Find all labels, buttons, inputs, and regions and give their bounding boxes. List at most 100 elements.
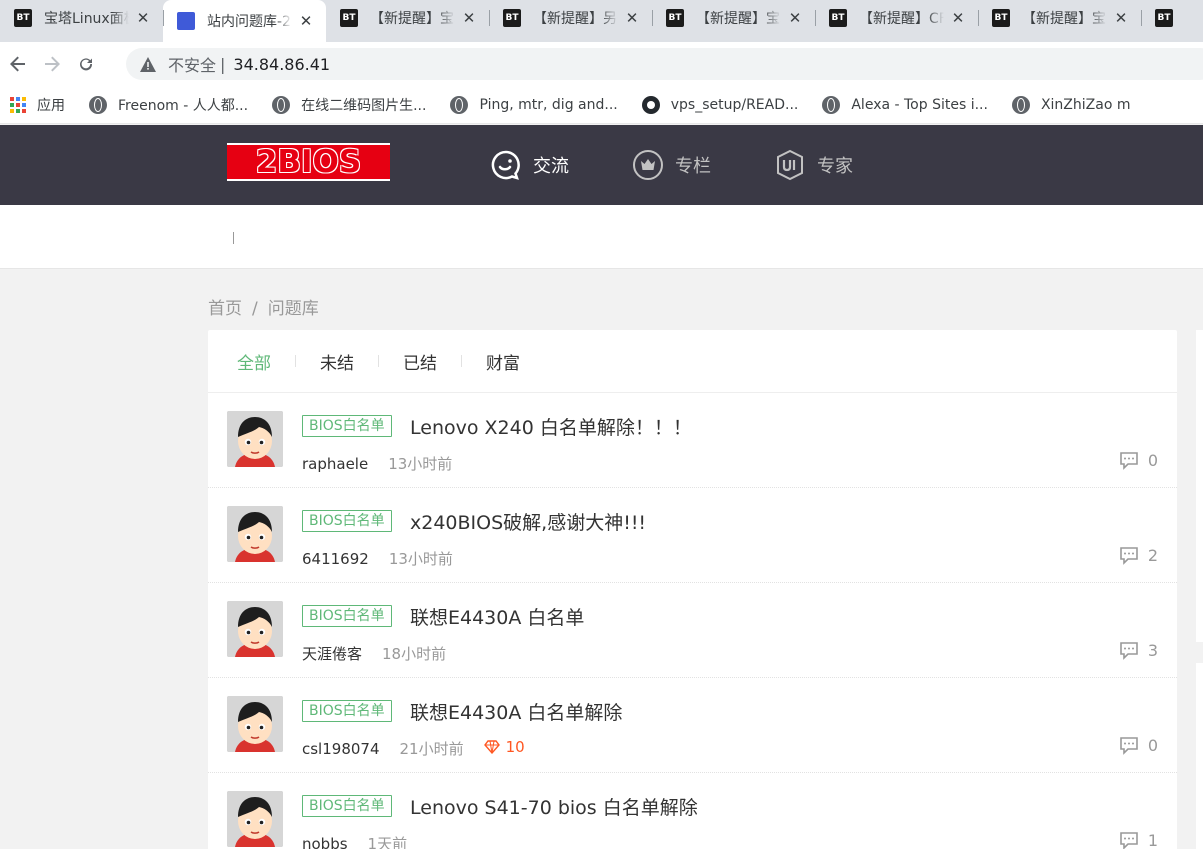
question-meta: raphaele 13小时前	[302, 453, 452, 474]
timestamp: 13小时前	[388, 550, 453, 568]
site-logo[interactable]: 2BIOS	[227, 143, 390, 181]
username[interactable]: csl198074	[302, 740, 380, 758]
apps-grid-icon	[10, 96, 26, 113]
username[interactable]: 6411692	[302, 550, 369, 568]
bookmark-freenom[interactable]: Freenom - 人人都...	[89, 95, 248, 115]
bookmark-xinzhizao[interactable]: XinZhiZao m	[1011, 95, 1130, 114]
list-item: BIOS白名单 Lenovo S41-70 bios 白名单解除 nobbs 1天…	[208, 773, 1177, 849]
tab-wealth[interactable]: 财富	[486, 349, 520, 374]
breadcrumb-home[interactable]: 首页	[208, 299, 242, 319]
question-title[interactable]: Lenovo S41-70 bios 白名单解除	[410, 793, 698, 820]
question-meta: 天涯倦客 18小时前	[302, 643, 446, 664]
nav-item-zhuanlan[interactable]: 专栏	[632, 149, 711, 181]
site-header: 2BIOS 交流 专栏 专家	[0, 125, 1203, 205]
bookmark-label: Alexa - Top Sites i...	[851, 96, 988, 113]
category-tag[interactable]: BIOS白名单	[302, 415, 392, 437]
crown-icon	[633, 150, 663, 180]
username[interactable]: 天涯倦客	[302, 645, 362, 663]
reply-count: 0	[1119, 451, 1158, 470]
username[interactable]: nobbs	[302, 835, 348, 849]
timestamp: 21小时前	[399, 740, 464, 758]
bookmark-label: vps_setup/READ...	[670, 96, 799, 113]
bookmark-apps[interactable]: 应用	[10, 95, 65, 115]
category-tag[interactable]: BIOS白名单	[302, 605, 392, 627]
sub-header-divider	[233, 232, 234, 244]
browser-tab[interactable]: BT	[1141, 0, 1203, 36]
warning-triangle-icon[interactable]	[140, 56, 156, 72]
browser-tab-active[interactable]: 站内问题库-2BIOS ✕	[163, 0, 326, 42]
category-tag[interactable]: BIOS白名单	[302, 510, 392, 532]
bookmarks-bar: 应用 Freenom - 人人都... 在线二维码图片生... Ping, mt…	[0, 86, 1203, 124]
browser-tab[interactable]: BT 【新提醒】宝塔 ✕	[652, 0, 815, 36]
globe-icon	[89, 95, 107, 114]
sidebar-card	[1196, 663, 1203, 849]
tab-unresolved[interactable]: 未结	[320, 349, 354, 374]
browser-tab[interactable]: BT 【新提醒】宝塔 ✕	[978, 0, 1141, 36]
bookmark-ping[interactable]: Ping, mtr, dig and...	[450, 95, 618, 114]
question-title[interactable]: Lenovo X240 白名单解除！！！	[410, 413, 692, 440]
globe-icon	[1011, 95, 1030, 114]
browser-tab-strip: BT 宝塔Linux面板 ✕ 站内问题库-2BIOS ✕ BT 【新提醒】宝塔 …	[0, 0, 1203, 42]
nav-item-jiaoliu[interactable]: 交流	[490, 149, 569, 181]
close-icon[interactable]: ✕	[135, 9, 151, 27]
browser-toolbar: 不安全 | 34.84.86.41	[0, 42, 1203, 86]
tab-title: 站内问题库-2BIOS	[207, 14, 292, 30]
bt-favicon-icon: BT	[992, 9, 1010, 27]
question-title[interactable]: 联想E4430A 白名单	[410, 603, 584, 630]
github-icon	[641, 95, 660, 114]
tab-divider	[461, 355, 462, 367]
reply-count: 3	[1119, 641, 1158, 660]
bookmark-github[interactable]: vps_setup/READ...	[641, 95, 799, 114]
question-title[interactable]: x240BIOS破解,感谢大神!!!	[410, 508, 646, 535]
question-title[interactable]: 联想E4430A 白名单解除	[410, 698, 622, 725]
nav-item-zhuanjia[interactable]: 专家	[774, 149, 853, 181]
address-bar[interactable]: 不安全 | 34.84.86.41	[126, 48, 1203, 80]
list-item: BIOS白名单 Lenovo X240 白名单解除！！！ raphaele 13小…	[208, 393, 1177, 488]
question-list: BIOS白名单 Lenovo X240 白名单解除！！！ raphaele 13小…	[208, 393, 1177, 849]
globe-icon	[450, 95, 469, 114]
avatar[interactable]	[227, 696, 283, 752]
url-text[interactable]: 34.84.86.41	[233, 55, 330, 74]
filter-tabs: 全部 未结 已结 财富	[208, 330, 1177, 393]
close-icon[interactable]: ✕	[950, 9, 966, 27]
avatar[interactable]	[227, 791, 283, 847]
browser-tab[interactable]: BT 【新提醒】宝塔 ✕	[326, 0, 489, 36]
close-icon[interactable]: ✕	[624, 9, 640, 27]
close-icon[interactable]: ✕	[787, 9, 803, 27]
reload-icon[interactable]	[70, 48, 102, 80]
bookmark-qrcode[interactable]: 在线二维码图片生...	[272, 95, 426, 115]
list-item: BIOS白名单 联想E4430A 白名单解除 csl198074 21小时前 10 …	[208, 678, 1177, 773]
nav-label: 专家	[817, 156, 853, 177]
browser-tab[interactable]: BT 【新提醒】另一 ✕	[489, 0, 652, 36]
category-tag[interactable]: BIOS白名单	[302, 795, 392, 817]
tab-all[interactable]: 全部	[237, 349, 271, 374]
browser-tab[interactable]: BT 【新提醒】CF ✕	[815, 0, 978, 36]
tab-title: 【新提醒】CF	[859, 11, 944, 27]
tab-title: 【新提醒】宝塔	[696, 11, 781, 27]
timestamp: 18小时前	[382, 645, 447, 663]
tab-title: 宝塔Linux面板	[44, 11, 129, 27]
reward-badge: 10	[483, 738, 525, 756]
username[interactable]: raphaele	[302, 455, 368, 473]
timestamp: 13小时前	[388, 455, 453, 473]
chat-bubble-icon	[491, 150, 520, 180]
close-icon[interactable]: ✕	[461, 9, 477, 27]
avatar[interactable]	[227, 506, 283, 562]
back-arrow-icon[interactable]	[2, 48, 34, 80]
bookmark-alexa[interactable]: Alexa - Top Sites i...	[822, 95, 988, 114]
bt-favicon-icon: BT	[503, 9, 521, 27]
avatar[interactable]	[227, 411, 283, 467]
category-tag[interactable]: BIOS白名单	[302, 700, 392, 722]
tab-divider	[295, 355, 296, 367]
close-icon[interactable]: ✕	[1113, 9, 1129, 27]
tab-title: 【新提醒】宝塔	[370, 11, 455, 27]
bookmark-label: Freenom - 人人都...	[118, 97, 249, 114]
close-icon[interactable]: ✕	[298, 12, 314, 30]
diamond-icon	[483, 740, 500, 754]
tab-resolved[interactable]: 已结	[403, 349, 437, 374]
browser-tab[interactable]: BT 宝塔Linux面板 ✕	[0, 0, 163, 36]
avatar[interactable]	[227, 601, 283, 657]
bookmark-label: 在线二维码图片生...	[301, 97, 427, 114]
comment-icon	[1120, 736, 1138, 755]
forward-arrow-icon[interactable]	[36, 48, 68, 80]
